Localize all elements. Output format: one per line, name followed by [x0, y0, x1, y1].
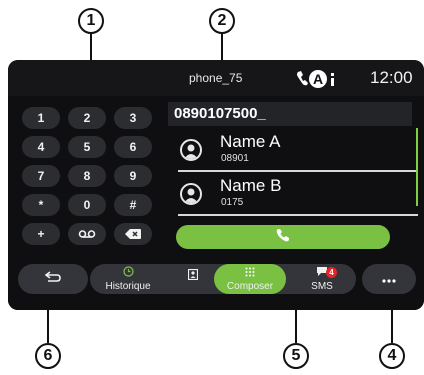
contact-suggestion[interactable]: Name B 0175	[178, 174, 416, 214]
callout-2: 2	[209, 8, 235, 34]
callout-4: 4	[379, 343, 405, 369]
key-hash[interactable]: #	[114, 194, 152, 216]
tab-composer[interactable]: Composer	[214, 264, 286, 294]
key-3[interactable]: 3	[114, 107, 152, 129]
callout-6: 6	[35, 343, 61, 369]
voicemail-key[interactable]	[68, 223, 106, 245]
tab-label: Composer	[226, 280, 274, 292]
contact-suggestion[interactable]: Name A 08901	[178, 130, 416, 170]
key-9[interactable]: 9	[114, 165, 152, 187]
tab-label: SMS	[311, 281, 333, 292]
device-name: phone_75	[189, 71, 243, 85]
bottom-navigation: Historique Composer SMS 4	[8, 258, 424, 310]
key-0[interactable]: 0	[68, 194, 106, 216]
list-divider	[178, 214, 418, 216]
contact-number: 08901	[221, 153, 249, 164]
clock-icon	[122, 266, 134, 280]
dialed-number-field[interactable]: 0890107500_	[168, 102, 412, 126]
keypad-grid-icon	[245, 267, 255, 280]
contact-number: 0175	[221, 197, 244, 208]
callout-5: 5	[283, 343, 309, 369]
key-5[interactable]: 5	[68, 136, 106, 158]
tab-contacts[interactable]	[170, 264, 216, 294]
key-6[interactable]: 6	[114, 136, 152, 158]
more-button[interactable]	[362, 264, 416, 294]
sms-unread-badge: 4	[326, 267, 337, 278]
tab-sms[interactable]: SMS 4	[290, 264, 354, 294]
contact-name: Name B	[220, 176, 282, 195]
phone-handset-icon	[276, 228, 290, 247]
tab-bar: Historique Composer SMS 4	[90, 264, 356, 294]
key-plus[interactable]: +	[22, 223, 60, 245]
person-avatar-icon	[180, 183, 202, 205]
callout-1: 1	[78, 8, 104, 34]
phone-dialer-screen: phone_75 A 12:00 1 2 3 4 5 6 7 8 9 * 0 #…	[8, 60, 424, 310]
key-4[interactable]: 4	[22, 136, 60, 158]
back-button[interactable]	[18, 264, 88, 294]
key-star[interactable]: *	[22, 194, 60, 216]
bt-badge-letter: A	[313, 71, 323, 87]
tab-label: Historique	[105, 281, 151, 292]
key-7[interactable]: 7	[22, 165, 60, 187]
list-divider	[178, 170, 418, 172]
contact-name: Name A	[220, 132, 281, 151]
contacts-book-icon	[187, 268, 199, 283]
bluetooth-phone-icon[interactable]: A	[295, 68, 339, 90]
person-avatar-icon	[180, 139, 202, 161]
tab-historique[interactable]: Historique	[90, 264, 166, 294]
key-1[interactable]: 1	[22, 107, 60, 129]
list-scrollbar[interactable]	[416, 128, 418, 206]
back-arrow-icon	[44, 270, 61, 288]
key-8[interactable]: 8	[68, 165, 106, 187]
backspace-icon	[125, 229, 141, 239]
backspace-key[interactable]	[114, 223, 152, 245]
voicemail-icon	[78, 229, 96, 239]
status-bar: phone_75 A 12:00	[8, 60, 424, 96]
call-button[interactable]	[176, 225, 390, 249]
clock: 12:00	[370, 68, 413, 87]
key-2[interactable]: 2	[68, 107, 106, 129]
more-dots-icon	[382, 270, 396, 288]
